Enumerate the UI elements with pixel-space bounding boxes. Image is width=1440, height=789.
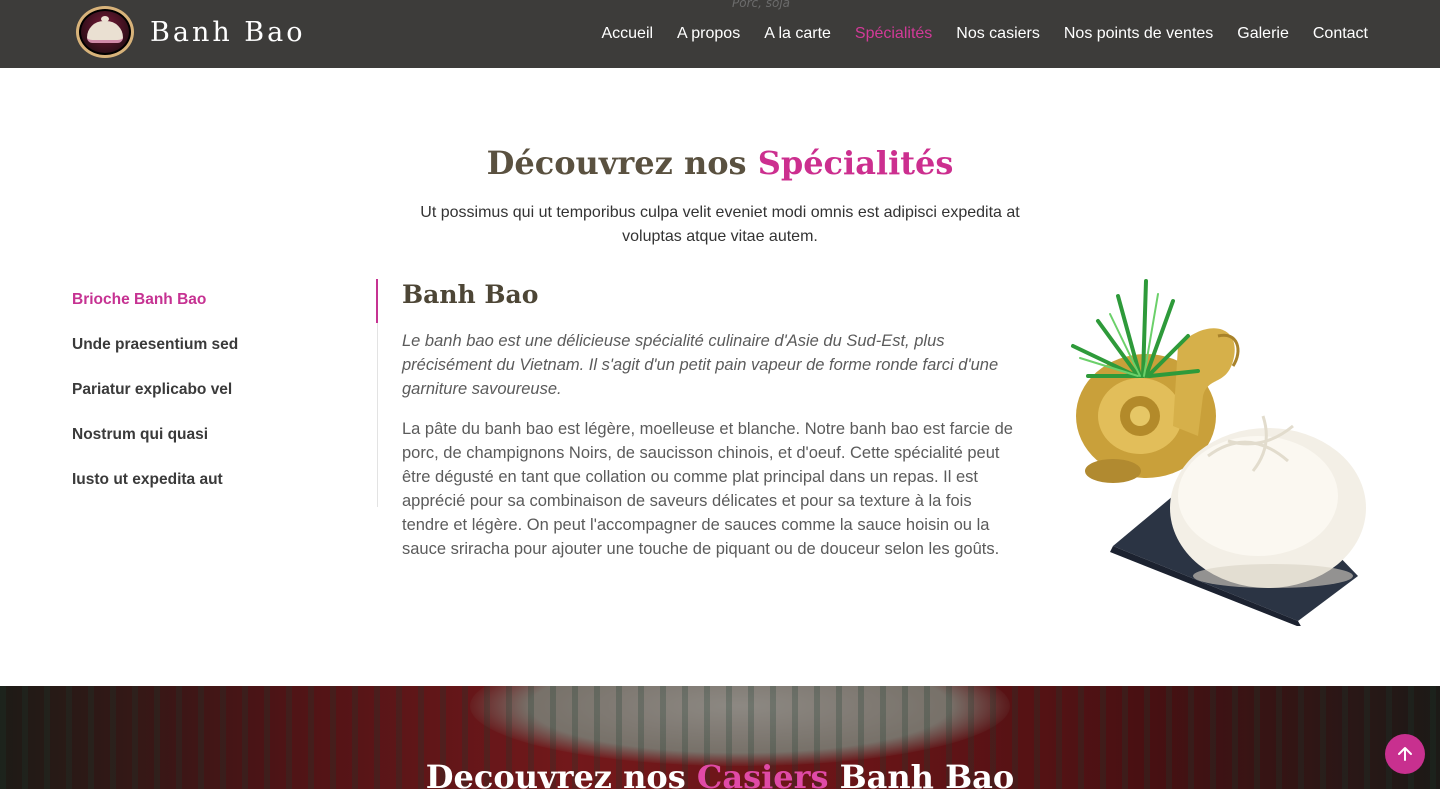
tab-pariatur-explicabo-vel[interactable]: Pariatur explicabo vel: [72, 369, 377, 414]
site-header: Porc, soja Banh Bao Accueil A propos A l…: [0, 0, 1440, 68]
tab-nostrum-qui-quasi[interactable]: Nostrum qui quasi: [72, 414, 377, 459]
banner-title-text: Decouvrez nos: [425, 758, 686, 789]
content-lead: Le banh bao est une délicieuse spécialit…: [402, 332, 999, 398]
nav-a-la-carte[interactable]: A la carte: [764, 25, 831, 43]
section-title-text: Découvrez nos: [486, 144, 747, 182]
specialty-tabs: Brioche Banh Bao Unde praesentium sed Pa…: [72, 279, 378, 507]
casiers-banner: Decouvrez nos Casiers Banh Bao: [0, 686, 1440, 789]
section-title: Découvrez nos Spécialités: [0, 144, 1440, 182]
tab-brioche-banh-bao[interactable]: Brioche Banh Bao: [72, 279, 378, 324]
brand-name: Banh Bao: [150, 16, 306, 48]
section-subtitle: Ut possimus qui ut temporibus culpa veli…: [420, 204, 1020, 245]
banner-title-end: Banh Bao: [839, 758, 1015, 789]
nav-accueil[interactable]: Accueil: [601, 25, 653, 43]
tab-unde-praesentium-sed[interactable]: Unde praesentium sed: [72, 324, 377, 369]
nav-galerie[interactable]: Galerie: [1237, 25, 1289, 43]
section-title-accent: Spécialités: [757, 144, 954, 182]
brand-link[interactable]: Banh Bao: [76, 6, 306, 58]
main-nav: Accueil A propos A la carte Spécialités …: [601, 0, 1368, 68]
scroll-top-button[interactable]: [1385, 734, 1425, 774]
arrow-up-icon: [1398, 747, 1412, 761]
nav-nos-casiers[interactable]: Nos casiers: [956, 25, 1040, 43]
banh-bao-photo: [1071, 279, 1366, 626]
nav-a-propos[interactable]: A propos: [677, 25, 740, 43]
content-heading: Banh Bao: [402, 280, 539, 309]
tab-iusto-ut-expedita-aut[interactable]: Iusto ut expedita aut: [72, 459, 377, 504]
tab-content: Banh Bao Le banh bao est une délicieuse …: [402, 280, 1022, 561]
nav-points-de-ventes[interactable]: Nos points de ventes: [1064, 25, 1213, 43]
logo-icon: [76, 6, 134, 58]
banner-title: Decouvrez nos Casiers Banh Bao: [0, 758, 1440, 789]
nav-contact[interactable]: Contact: [1313, 25, 1368, 43]
nav-specialites[interactable]: Spécialités: [855, 25, 932, 43]
banner-title-accent: Casiers: [696, 758, 829, 789]
content-body: La pâte du banh bao est légère, moelleus…: [402, 420, 1013, 558]
